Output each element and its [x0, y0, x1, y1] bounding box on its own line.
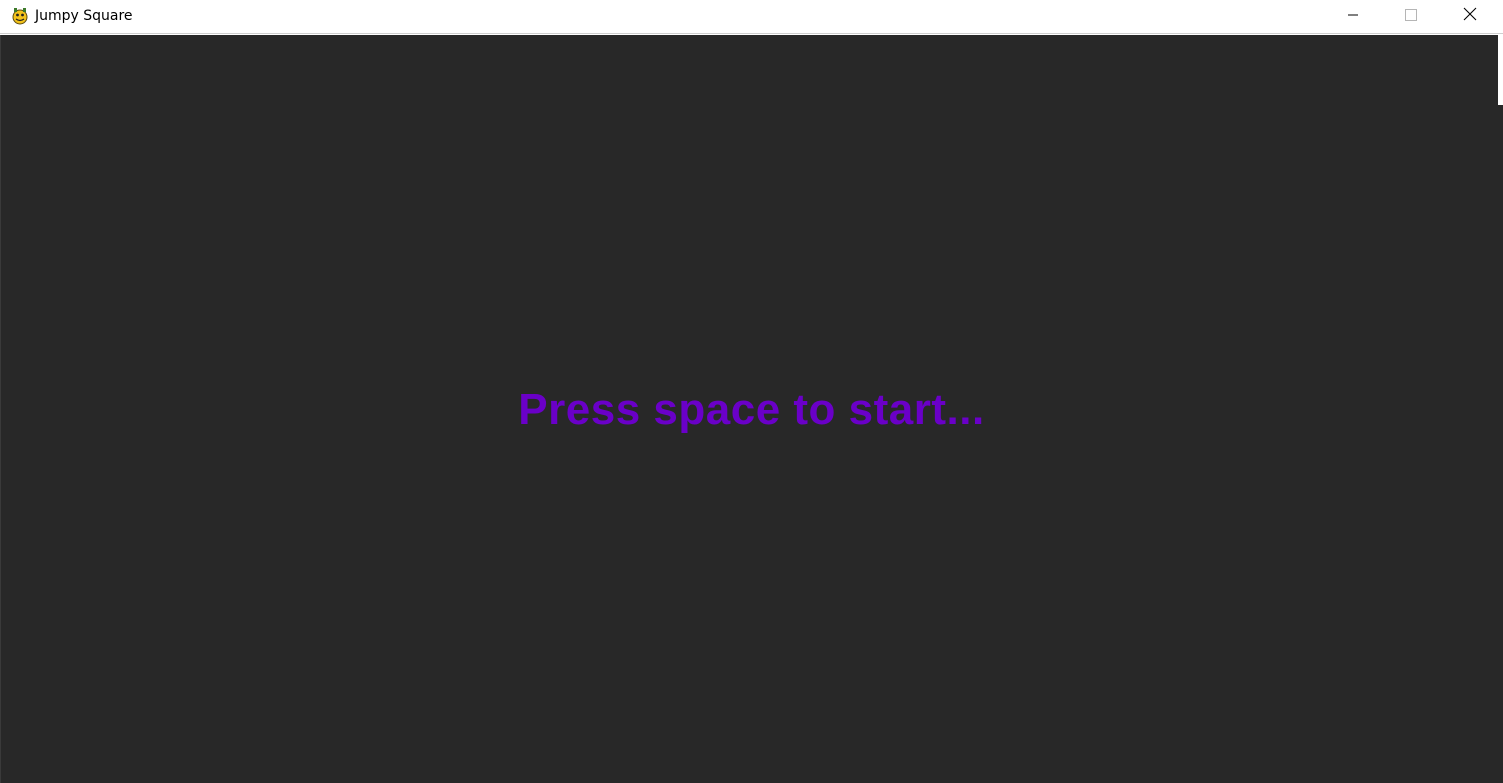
pygame-icon: [10, 6, 30, 26]
app-window: Jumpy Square Press space to start...: [0, 0, 1503, 783]
minimize-icon: [1347, 8, 1359, 26]
close-button[interactable]: [1447, 0, 1493, 33]
minimize-button[interactable]: [1330, 0, 1376, 33]
close-icon: [1463, 7, 1477, 26]
canvas-edge: [1498, 105, 1503, 783]
window-title: Jumpy Square: [35, 8, 133, 24]
start-prompt: Press space to start...: [518, 385, 985, 434]
maximize-icon: [1405, 8, 1417, 26]
window-border-right: [1498, 35, 1503, 105]
maximize-button[interactable]: [1388, 0, 1434, 33]
title-bar[interactable]: Jumpy Square: [0, 0, 1503, 34]
